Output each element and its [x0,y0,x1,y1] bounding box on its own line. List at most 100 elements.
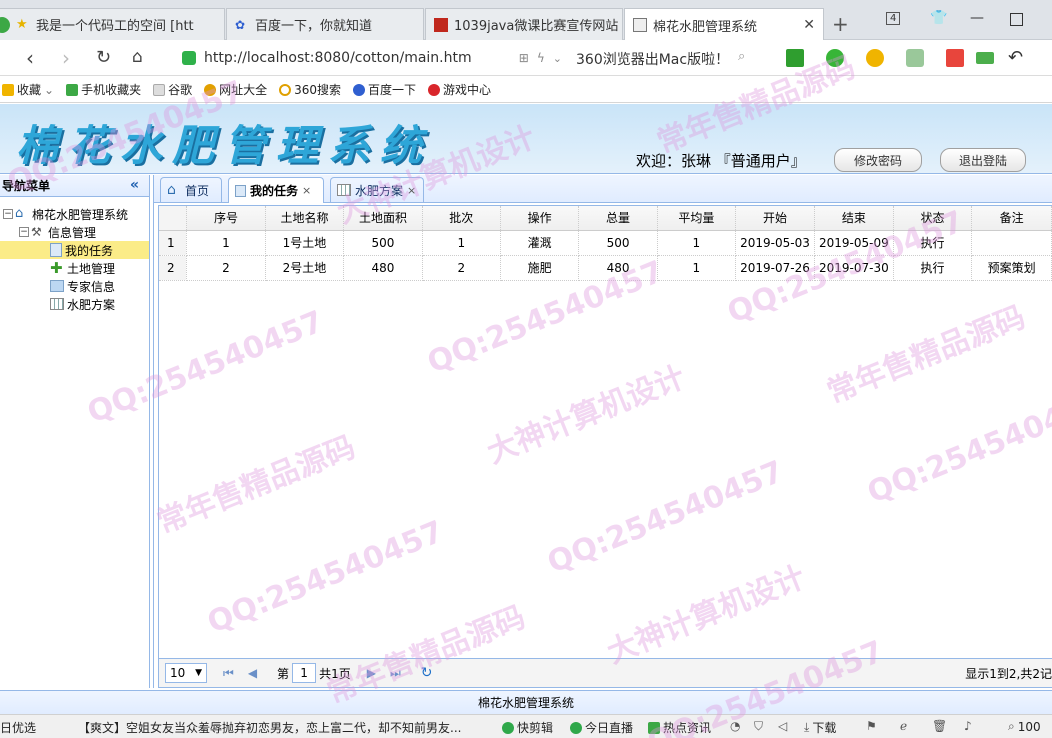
column-header[interactable]: 序号 [186,206,266,231]
next-page-icon[interactable]: ▶ [367,666,376,680]
bookmark-item[interactable]: 收藏 ⌄ [2,81,54,98]
row-number-header [159,206,188,231]
logout-button[interactable]: 退出登陆 [940,148,1026,172]
status-item[interactable]: 热点资讯 [648,719,711,736]
trash-icon[interactable]: 🗑 [932,719,947,733]
column-header[interactable]: 备注 [971,206,1052,231]
grid-icon[interactable]: ⊞ [519,51,529,65]
shield-icon[interactable]: ⛉ [754,719,763,734]
promo-text[interactable]: 360浏览器出Mac版啦！ [576,49,729,69]
column-header[interactable]: 土地面积 [343,206,423,231]
welcome-text: 欢迎：张琳 『普通用户』 [636,152,806,170]
app-footer: 棉花水肥管理系统 [0,690,1052,714]
table-cell: 灌溉 [500,230,580,256]
tree-item-plans[interactable]: 水肥方案 [0,295,149,313]
back-icon[interactable]: ‹ [26,46,34,70]
tree-item-experts[interactable]: 专家信息 [0,277,149,295]
tab-plans[interactable]: 水肥方案 × [330,177,424,202]
shirt-icon[interactable]: 👕 [930,10,947,26]
browser-tab-active[interactable]: 棉花水肥管理系统 ✕ [624,8,824,41]
news-icon [648,721,660,734]
table-cell: 施肥 [500,255,580,281]
collapse-toggle-icon[interactable]: − [19,227,29,237]
tree-root[interactable]: − ⌂ 棉花水肥管理系统 [0,205,149,223]
flag-icon[interactable]: ⚑ [866,719,877,733]
tree-item-land[interactable]: ✚ 土地管理 [0,259,149,277]
table-row[interactable]: 1 1 1号土地 500 1 灌溉 500 1 2019-05-03 2019-… [159,230,1052,256]
apps-icon[interactable] [946,49,964,67]
maximize-icon[interactable] [1010,13,1023,26]
status-item[interactable]: 今日直播 [570,719,633,736]
image-icon[interactable] [906,49,924,67]
tab-my-tasks[interactable]: 我的任务 × [228,177,324,203]
search-icon[interactable]: ⌕ [738,49,745,64]
download-button[interactable]: ⤓ 下载 [804,719,836,736]
page-size-select[interactable]: 10 ▼ [165,663,207,683]
column-header[interactable]: 开始 [735,206,815,231]
collapse-toggle-icon[interactable]: − [3,209,13,219]
new-tab-button[interactable]: + [832,12,849,36]
table-cell: 执行 [893,255,973,281]
column-header[interactable]: 状态 [893,206,973,231]
sound-icon[interactable]: ♪ [964,719,972,733]
prev-page-icon[interactable]: ◀ [248,666,257,680]
tab-home[interactable]: ⌂ 首页 [160,177,222,202]
nav-tree: − ⌂ 棉花水肥管理系统 − ⚒ 信息管理 我的任务 ✚ 土地管理 专家信息 水… [0,197,149,313]
shield-icon [182,51,196,65]
first-page-icon[interactable]: ⏮ [223,666,234,681]
translate-icon[interactable] [826,49,844,67]
mute-icon[interactable]: ◁ [778,719,787,733]
bookmark-item[interactable]: 百度一下 [353,81,416,98]
column-header[interactable]: 结束 [814,206,894,231]
undo-icon[interactable]: ↶ [1008,47,1023,68]
column-header[interactable]: 土地名称 [265,206,345,231]
chevron-down-icon[interactable]: ⌄ [553,52,562,65]
close-icon[interactable]: × [407,184,416,197]
close-icon[interactable]: ✕ [803,17,815,33]
zoom-control[interactable]: ⌕ 100 [1008,719,1041,734]
star-icon [2,83,14,96]
bookmark-item[interactable]: 360搜索 [279,81,341,98]
browser-tab[interactable]: ★ 我是一个代码工的空间 [htt [0,8,225,40]
table-cell: 执行 [893,230,973,256]
close-icon[interactable]: × [302,184,311,197]
tab-count-badge[interactable]: 4 [886,12,901,25]
change-password-button[interactable]: 修改密码 [834,148,922,172]
collapse-icon[interactable]: « [130,177,139,193]
browser-tab-label: 1039java微课比赛宣传网站 [454,19,619,34]
page-number-input[interactable]: 1 [292,663,317,683]
bookmark-item[interactable]: 谷歌 [153,81,192,98]
reload-icon[interactable]: ↻ [96,47,111,68]
table-cell: 500 [343,230,423,256]
scissors-icon[interactable] [786,49,804,67]
download-icon: ⤓ [804,720,810,734]
ie-icon[interactable]: ℯ [900,719,907,733]
bookmark-item[interactable]: 手机收藏夹 [66,81,141,98]
tree-group[interactable]: − ⚒ 信息管理 [0,223,149,241]
forward-icon[interactable]: › [62,46,70,70]
news-ticker[interactable]: 【爽文】空姐女友当众羞辱抛弃初恋男友，恋上富二代，却不知前男友... [78,719,461,736]
url-field[interactable]: http://localhost:8080/cotton/main.htm ⊞ … [182,45,562,71]
coupon-icon[interactable] [866,49,884,67]
column-header[interactable]: 平均量 [657,206,737,231]
minimize-icon[interactable]: — [970,10,984,26]
tree-item-my-tasks[interactable]: 我的任务 [0,241,149,259]
table-cell: 2 [186,255,266,281]
lightning-icon[interactable]: ϟ [537,51,545,65]
browser-tab[interactable]: ✿ 百度一下，你就知道 [226,8,424,40]
status-left[interactable]: 日优选 [0,719,36,736]
browser-tab[interactable]: 1039java微课比赛宣传网站 [425,8,623,40]
table-cell: 2号土地 [265,255,345,281]
column-header[interactable]: 操作 [500,206,580,231]
column-header[interactable]: 总量 [578,206,658,231]
table-row[interactable]: 2 2 2号土地 480 2 施肥 480 1 2019-07-26 2019-… [159,255,1052,281]
speed-icon[interactable]: ◔ [730,719,740,733]
last-page-icon[interactable]: ⏭ [390,666,401,681]
status-item[interactable]: 快剪辑 [502,719,553,736]
refresh-icon[interactable]: ↻ [421,665,433,681]
column-header[interactable]: 批次 [422,206,501,231]
bookmark-item[interactable]: 游戏中心 [428,81,491,98]
home-icon[interactable]: ⌂ [132,47,143,67]
battery-icon[interactable] [976,52,994,64]
bookmark-item[interactable]: 网址大全 [204,81,267,98]
